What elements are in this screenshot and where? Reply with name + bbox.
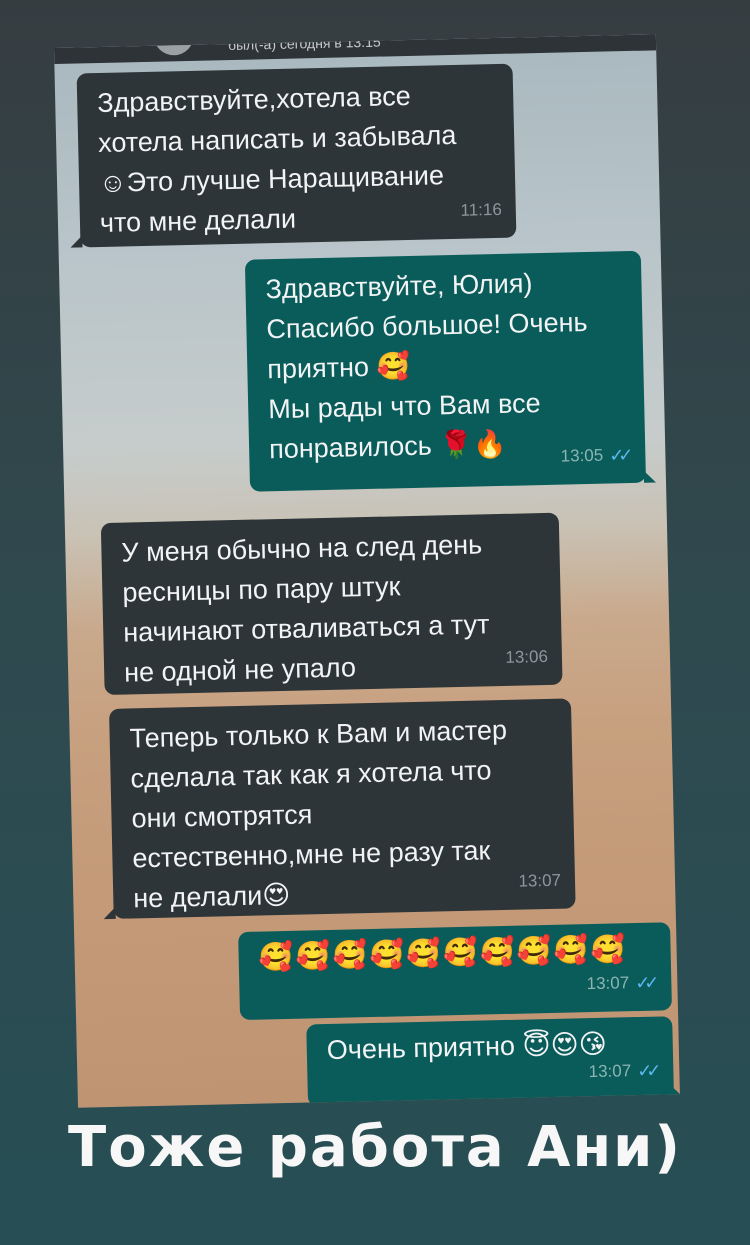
message-bubble-outgoing[interactable]: 🥰🥰🥰🥰🥰🥰🥰🥰🥰🥰 13:07 ✓✓ [238,922,672,1021]
message-bubble-incoming[interactable]: У меня обычно на след день ресницы по па… [100,512,563,696]
message-text: Теперь только к Вам и мастер сделала так… [129,714,508,914]
message-bubble-incoming[interactable]: Здравствуйте,хотела все хотела написать … [70,63,517,248]
read-receipt-icon: ✓✓ [634,972,654,994]
message-bubble-outgoing[interactable]: Здравствуйте, Юлия) Спасибо большое! Оче… [244,250,657,492]
message-time: 13:07 [588,1061,632,1082]
message-time: 11:16 [460,199,502,220]
message-time: 13:07 [518,870,562,891]
bubble-tail [103,906,116,920]
message-meta: 11:16 [460,190,502,231]
message-meta: 13:07 ✓✓ [586,963,658,1005]
bubble-tail [643,470,657,483]
last-seen-status: был(-а) сегодня в 13:15 [227,34,381,54]
bubble-tail [671,1085,680,1099]
message-meta: 13:05 ✓✓ [560,435,632,477]
message-time: 13:07 [586,973,630,994]
read-receipt-icon: ✓✓ [636,1060,656,1082]
message-text: У меня обычно на след день ресницы по па… [121,529,490,688]
message-meta: 13:07 ✓✓ [588,1051,660,1093]
story-caption: Тоже работа Ани) [68,1115,682,1180]
bubble-tail [70,235,83,248]
contact-avatar[interactable] [153,34,195,56]
message-time: 13:05 [560,445,604,466]
message-bubble-outgoing[interactable]: Очень приятно 😇😍😘 13:07 ✓✓ [306,1016,680,1107]
message-meta: 13:07 [518,861,561,902]
chat-screenshot: был(-а) сегодня в 13:15 Здравствуйте,хот… [54,34,680,1108]
message-text: Здравствуйте,хотела все хотела написать … [96,80,457,238]
message-meta: 13:06 [505,637,548,678]
read-receipt-icon: ✓✓ [608,445,628,466]
message-time: 13:06 [505,646,549,667]
chat-header: был(-а) сегодня в 13:15 [54,34,657,64]
message-bubble-incoming[interactable]: Теперь только к Вам и мастер сделала так… [103,698,576,920]
